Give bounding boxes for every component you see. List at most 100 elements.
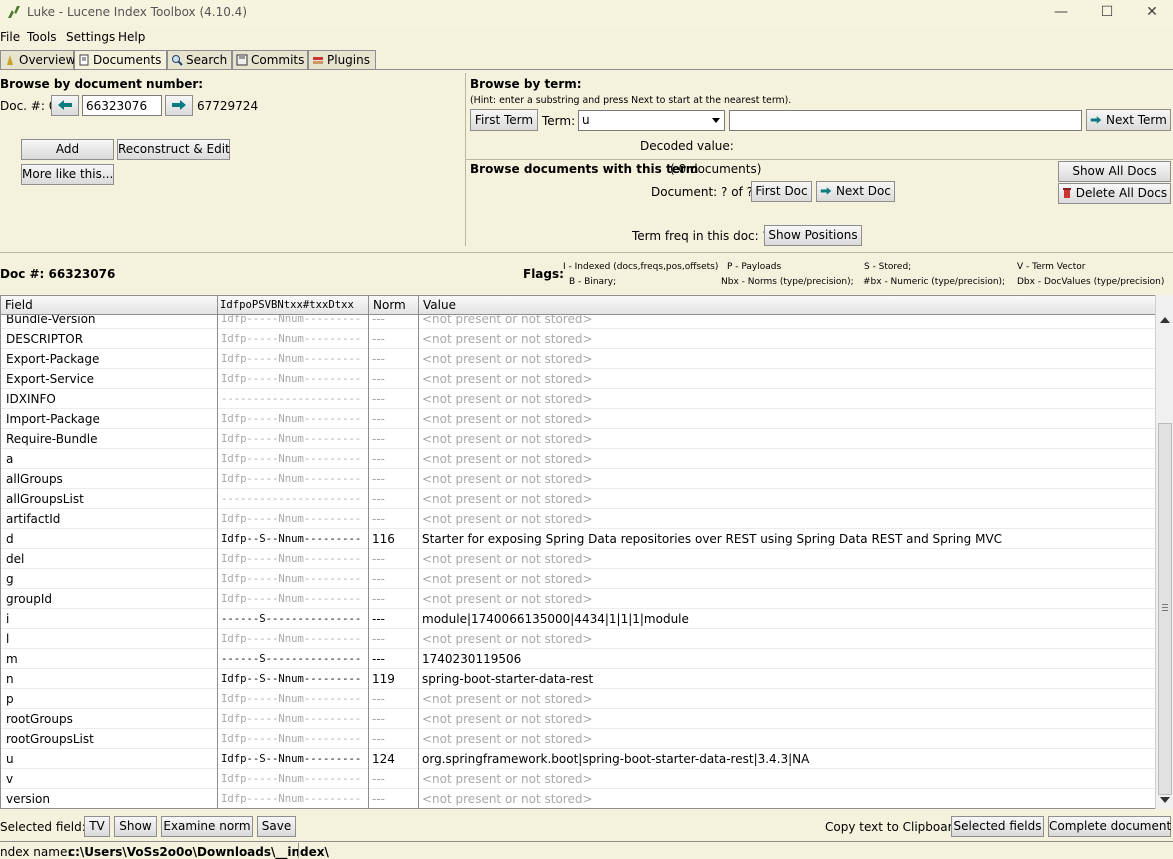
- menu-settings[interactable]: Settings: [66, 30, 115, 44]
- plugins-icon: [313, 57, 323, 64]
- field-norm-cell: ---: [372, 372, 385, 386]
- field-name-cell: l: [6, 632, 10, 646]
- tab-commits[interactable]: Commits: [232, 50, 308, 70]
- table-row[interactable]: IDXINFO ---------------------- --- <not pre…: [1, 389, 1155, 409]
- complete-document-button[interactable]: Complete document: [1048, 816, 1171, 837]
- field-norm-cell: ---: [372, 572, 385, 586]
- table-row[interactable]: del Idfp-----Nnum--------- --- <not present…: [1, 549, 1155, 569]
- show-positions-button[interactable]: Show Positions: [764, 225, 862, 246]
- table-row[interactable]: allGroupsList ---------------------- --- <n…: [1, 489, 1155, 509]
- field-value-cell: org.springframework.boot|spring-boot-sta…: [422, 752, 810, 766]
- flags-legend-numeric: #bx - Numeric (type/precision);: [863, 277, 1006, 287]
- table-row[interactable]: v Idfp-----Nnum--------- --- <not present o…: [1, 769, 1155, 789]
- field-name-cell: rootGroupsList: [6, 732, 94, 746]
- minimize-button[interactable]: —: [1038, 0, 1084, 26]
- field-flags-cell: Idfp--S--Nnum---------: [221, 753, 362, 765]
- table-row[interactable]: p Idfp-----Nnum--------- --- <not present o…: [1, 689, 1155, 709]
- scrollbar-thumb[interactable]: [1158, 423, 1172, 795]
- index-path: c:\Users\VoSs2o0o\Downloads\__index\: [68, 845, 329, 859]
- next-doc-arrow-button[interactable]: [165, 95, 193, 116]
- table-row[interactable]: rootGroups Idfp-----Nnum--------- --- <not …: [1, 709, 1155, 729]
- field-value-cell: <not present or not stored>: [422, 372, 593, 386]
- column-header-field[interactable]: Field: [1, 296, 218, 315]
- column-header-norm[interactable]: Norm: [369, 296, 419, 315]
- show-button[interactable]: Show: [114, 816, 157, 837]
- browse-term-hint: (Hint: enter a substring and press Next …: [470, 95, 792, 106]
- field-flags-cell: ----------------------: [221, 493, 362, 505]
- table-row[interactable]: g Idfp-----Nnum--------- --- <not present o…: [1, 569, 1155, 589]
- tab-documents-label: Documents: [93, 53, 162, 67]
- field-flags-cell: Idfp-----Nnum---------: [221, 433, 362, 445]
- field-value-cell: <not present or not stored>: [422, 792, 593, 806]
- selected-fields-button[interactable]: Selected fields: [951, 816, 1044, 837]
- table-row[interactable]: Import-Package Idfp-----Nnum--------- --- <…: [1, 409, 1155, 429]
- scroll-down-icon[interactable]: [1160, 797, 1170, 803]
- scroll-up-icon[interactable]: [1160, 317, 1170, 323]
- show-all-docs-button[interactable]: Show All Docs: [1058, 161, 1171, 182]
- selected-field-label: Selected field:: [0, 820, 86, 834]
- field-value-cell: <not present or not stored>: [422, 572, 593, 586]
- flags-legend-indexed: I - Indexed (docs,freqs,pos,offsets): [563, 262, 719, 272]
- field-norm-cell: ---: [372, 472, 385, 486]
- field-value-cell: <not present or not stored>: [422, 412, 593, 426]
- tv-button[interactable]: TV: [84, 816, 110, 837]
- next-doc-label: Next Doc: [835, 184, 891, 198]
- field-name-cell: Export-Package: [6, 352, 100, 366]
- table-row[interactable]: version Idfp-----Nnum--------- --- <not pre…: [1, 789, 1155, 808]
- term-divider: [466, 159, 1173, 160]
- tab-documents[interactable]: Documents: [74, 50, 167, 71]
- menu-help[interactable]: Help: [118, 30, 145, 44]
- field-norm-cell: 119: [372, 672, 395, 686]
- table-row[interactable]: rootGroupsList Idfp-----Nnum--------- --- <…: [1, 729, 1155, 749]
- field-name-cell: artifactId: [6, 512, 61, 526]
- term-field-select[interactable]: u: [578, 110, 725, 131]
- more-like-this-button[interactable]: More like this...: [21, 164, 114, 185]
- first-doc-button[interactable]: First Doc: [751, 181, 812, 202]
- table-row[interactable]: u Idfp--S--Nnum--------- 124 org.springfram…: [1, 749, 1155, 769]
- tab-plugins[interactable]: Plugins: [308, 50, 376, 70]
- term-text-input[interactable]: [729, 110, 1082, 131]
- table-row[interactable]: Require-Bundle Idfp-----Nnum--------- --- <…: [1, 429, 1155, 449]
- prev-doc-button[interactable]: [51, 95, 79, 116]
- field-norm-cell: ---: [372, 592, 385, 606]
- field-value-cell: 1740230119506: [422, 652, 522, 666]
- add-button[interactable]: Add: [21, 139, 114, 160]
- tab-overview[interactable]: Overview: [0, 50, 76, 70]
- save-button[interactable]: Save: [257, 816, 296, 837]
- table-row[interactable]: allGroups Idfp-----Nnum--------- --- <not p…: [1, 469, 1155, 489]
- luke-app-icon: [8, 6, 20, 18]
- field-name-cell: DESCRIPTOR: [6, 332, 84, 346]
- table-row[interactable]: n Idfp--S--Nnum--------- 119 spring-boot-st…: [1, 669, 1155, 689]
- field-name-cell: Export-Service: [6, 372, 94, 386]
- title-bar: Luke - Lucene Index Toolbox (4.10.4) — ✕: [0, 0, 1173, 26]
- next-term-button[interactable]: Next Term: [1086, 109, 1171, 131]
- reconstruct-edit-button[interactable]: Reconstruct & Edit: [117, 139, 230, 160]
- close-button[interactable]: ✕: [1129, 0, 1173, 26]
- table-row[interactable]: i ------S--------------- --- module|1740066…: [1, 609, 1155, 629]
- table-row[interactable]: artifactId Idfp-----Nnum--------- --- <not …: [1, 509, 1155, 529]
- table-row[interactable]: m ------S--------------- --- 1740230119506: [1, 649, 1155, 669]
- first-term-button[interactable]: First Term: [470, 109, 538, 131]
- table-row[interactable]: Export-Package Idfp-----Nnum--------- --- <…: [1, 349, 1155, 369]
- table-row[interactable]: Export-Service Idfp-----Nnum--------- --- <…: [1, 369, 1155, 389]
- menu-tools[interactable]: Tools: [27, 30, 57, 44]
- delete-all-docs-button[interactable]: Delete All Docs: [1058, 183, 1171, 204]
- table-row[interactable]: d Idfp--S--Nnum--------- 116 Starter for ex…: [1, 529, 1155, 549]
- table-row[interactable]: a Idfp-----Nnum--------- --- <not present o…: [1, 449, 1155, 469]
- menu-file[interactable]: File: [0, 30, 20, 44]
- next-doc-button[interactable]: Next Doc: [816, 181, 895, 202]
- field-name-cell: rootGroups: [6, 712, 73, 726]
- table-row[interactable]: DESCRIPTOR Idfp-----Nnum--------- --- <not …: [1, 329, 1155, 349]
- tab-search[interactable]: Search: [167, 50, 232, 70]
- vertical-scrollbar[interactable]: [1155, 295, 1173, 809]
- tab-overview-label: Overview: [19, 53, 76, 67]
- table-row[interactable]: l Idfp-----Nnum--------- --- <not present o…: [1, 629, 1155, 649]
- field-name-cell: d: [6, 532, 14, 546]
- examine-norm-button[interactable]: Examine norm: [161, 816, 253, 837]
- table-row[interactable]: groupId Idfp-----Nnum--------- --- <not pre…: [1, 589, 1155, 609]
- field-norm-cell: ---: [372, 452, 385, 466]
- column-header-flags[interactable]: IdfpoPSVBNtxx#txxDtxx: [218, 296, 369, 315]
- column-header-value[interactable]: Value: [419, 296, 1155, 315]
- field-norm-cell: ---: [372, 432, 385, 446]
- doc-number-input[interactable]: [82, 95, 162, 116]
